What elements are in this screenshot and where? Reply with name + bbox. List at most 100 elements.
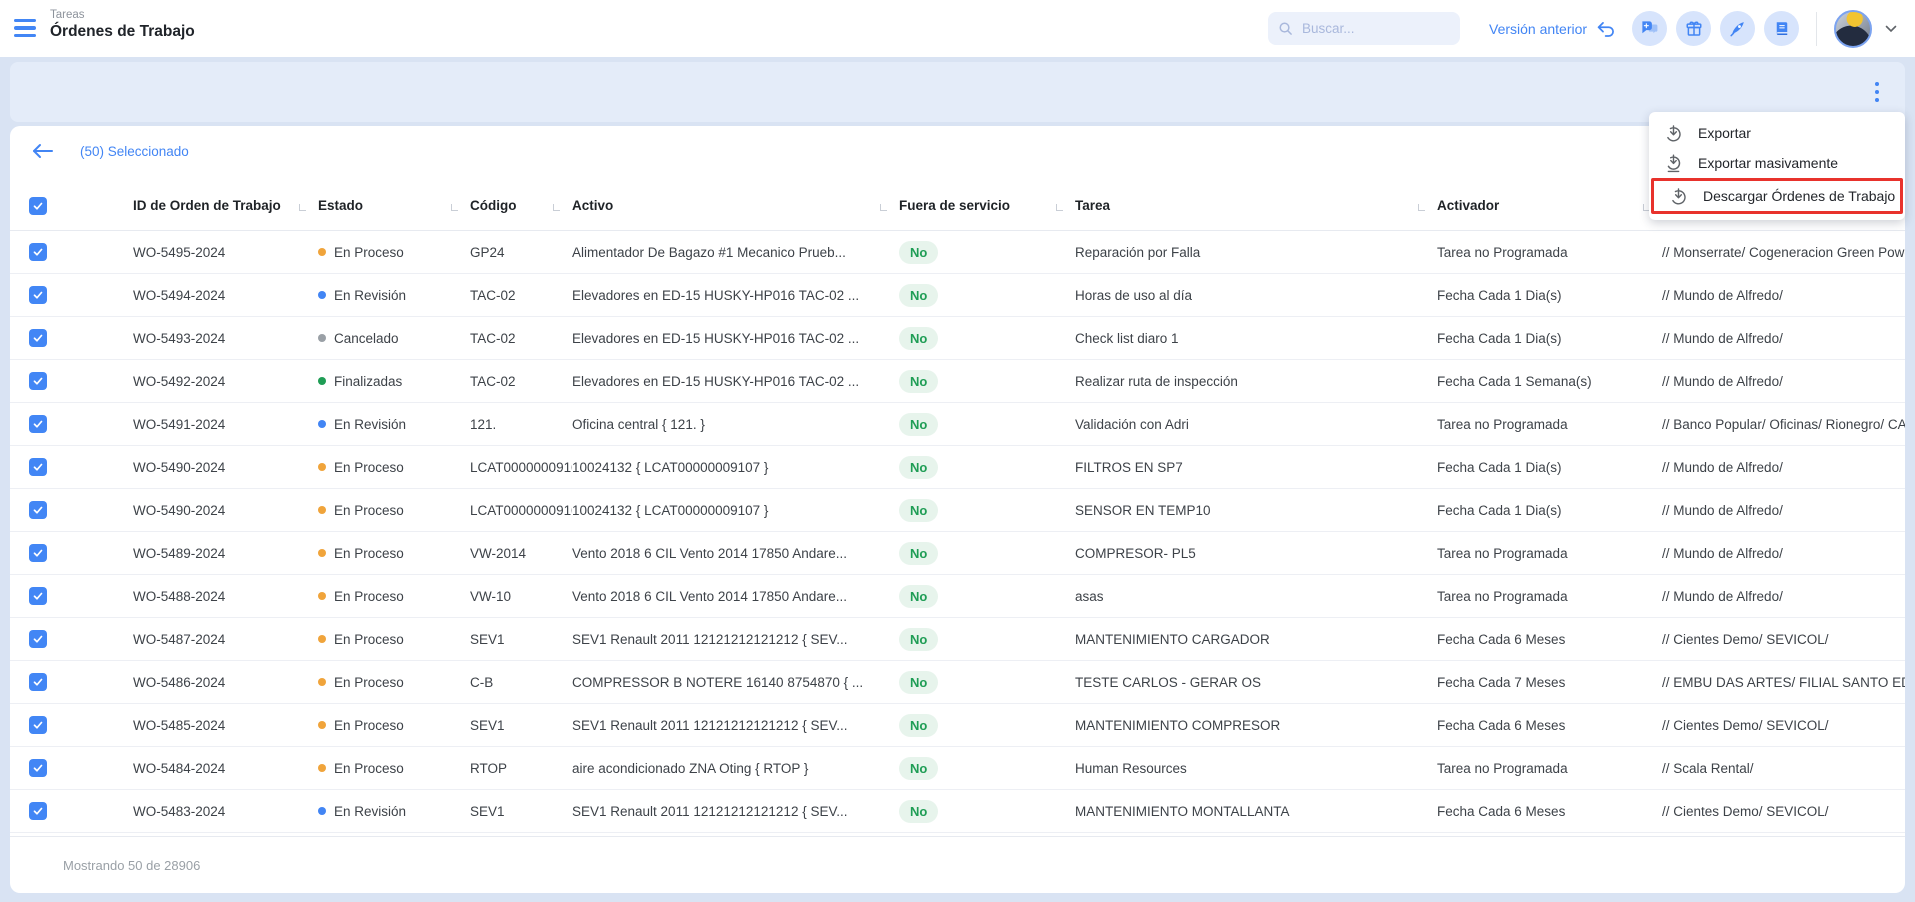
column-header-tarea[interactable]: Tarea xyxy=(1075,198,1437,213)
top-bar: Tareas Órdenes de Trabajo Versión anteri… xyxy=(0,0,1915,57)
menu-item-exportar[interactable]: Exportar xyxy=(1649,118,1905,148)
back-arrow-icon[interactable] xyxy=(32,143,54,159)
avatar[interactable] xyxy=(1834,10,1872,48)
column-header-fuera-de-servicio[interactable]: Fuera de servicio xyxy=(899,198,1075,213)
row-checkbox[interactable] xyxy=(29,501,47,519)
select-all-checkbox[interactable] xyxy=(29,197,47,215)
gift-icon[interactable] xyxy=(1676,11,1711,46)
row-checkbox[interactable] xyxy=(29,673,47,691)
task-name: Realizar ruta de inspección xyxy=(1075,374,1437,389)
status-dot xyxy=(318,248,326,256)
rocket-icon[interactable] xyxy=(1720,11,1755,46)
column-resize-handle[interactable] xyxy=(1056,204,1063,211)
status-dot xyxy=(318,291,326,299)
work-order-id: WO-5487-2024 xyxy=(133,632,318,647)
page-title-block: Tareas Órdenes de Trabajo xyxy=(50,8,195,42)
row-select-cell xyxy=(10,544,133,562)
row-checkbox[interactable] xyxy=(29,630,47,648)
row-select-cell xyxy=(10,802,133,820)
menu-item-exportar-masivamente[interactable]: Exportar masivamente xyxy=(1649,148,1905,178)
column-header-id[interactable]: ID de Orden de Trabajo xyxy=(133,198,318,213)
row-select-cell xyxy=(10,501,133,519)
row-checkbox[interactable] xyxy=(29,286,47,304)
location-path: // Banco Popular/ Oficinas/ Rionegro/ CA xyxy=(1662,417,1905,432)
table-row: WO-5490-2024En ProcesoLCAT00000009107100… xyxy=(10,446,1905,489)
out-of-service-badge: No xyxy=(899,241,938,264)
out-of-service-badge: No xyxy=(899,284,938,307)
out-of-service-cell: No xyxy=(899,284,1075,307)
row-checkbox[interactable] xyxy=(29,716,47,734)
task-name: Reparación por Falla xyxy=(1075,245,1437,260)
status-cell: En Proceso xyxy=(318,718,470,733)
chevron-down-icon[interactable] xyxy=(1885,25,1897,33)
hamburger-menu-icon[interactable] xyxy=(14,16,40,40)
chat-sparkle-icon[interactable] xyxy=(1632,11,1667,46)
status-dot xyxy=(318,463,326,471)
asset-code: SEV1 xyxy=(470,804,572,819)
row-checkbox[interactable] xyxy=(29,372,47,390)
more-options-kebab-icon[interactable] xyxy=(1865,79,1889,105)
status-label: En Proceso xyxy=(334,460,404,475)
column-resize-handle[interactable] xyxy=(553,204,560,211)
status-cell: En Proceso xyxy=(318,460,470,475)
trigger-label: Tarea no Programada xyxy=(1437,761,1662,776)
out-of-service-cell: No xyxy=(899,671,1075,694)
row-checkbox[interactable] xyxy=(29,544,47,562)
location-path: // Mundo de Alfredo/ xyxy=(1662,503,1905,518)
work-orders-card: (50) Seleccionado ID de Orden de Trabajo… xyxy=(10,126,1905,893)
search-box[interactable] xyxy=(1268,12,1460,45)
status-dot xyxy=(318,635,326,643)
column-header-activo[interactable]: Activo xyxy=(572,198,899,213)
task-name: Horas de uso al día xyxy=(1075,288,1437,303)
table-row: WO-5484-2024En ProcesoRTOPaire acondicio… xyxy=(10,747,1905,790)
table-row: WO-5493-2024CanceladoTAC-02Elevadores en… xyxy=(10,317,1905,360)
table-row: WO-5487-2024En ProcesoSEV1SEV1 Renault 2… xyxy=(10,618,1905,661)
work-order-id: WO-5484-2024 xyxy=(133,761,318,776)
trigger-label: Fecha Cada 1 Semana(s) xyxy=(1437,374,1662,389)
column-header-activador[interactable]: Activador xyxy=(1437,198,1662,213)
column-header-estado[interactable]: Estado xyxy=(318,198,470,213)
asset-code: RTOP xyxy=(470,761,572,776)
status-label: En Proceso xyxy=(334,503,404,518)
location-path: // Mundo de Alfredo/ xyxy=(1662,374,1905,389)
out-of-service-cell: No xyxy=(899,542,1075,565)
column-header-codigo[interactable]: Código xyxy=(470,198,572,213)
table-row: WO-5494-2024En RevisiónTAC-02Elevadores … xyxy=(10,274,1905,317)
row-checkbox[interactable] xyxy=(29,415,47,433)
row-select-cell xyxy=(10,673,133,691)
row-checkbox[interactable] xyxy=(29,587,47,605)
column-resize-handle[interactable] xyxy=(880,204,887,211)
status-cell: En Revisión xyxy=(318,288,470,303)
asset-name: Vento 2018 6 CIL Vento 2014 17850 Andare… xyxy=(572,589,899,604)
location-path: // Mundo de Alfredo/ xyxy=(1662,546,1905,561)
column-resize-handle[interactable] xyxy=(451,204,458,211)
row-select-cell xyxy=(10,716,133,734)
trigger-label: Fecha Cada 6 Meses xyxy=(1437,718,1662,733)
table-row: WO-5489-2024En ProcesoVW-2014Vento 2018 … xyxy=(10,532,1905,575)
out-of-service-cell: No xyxy=(899,499,1075,522)
row-checkbox[interactable] xyxy=(29,759,47,777)
highlight-annotation-box: Descargar Órdenes de Trabajo xyxy=(1651,178,1903,214)
row-select-cell xyxy=(10,286,133,304)
page-title: Órdenes de Trabajo xyxy=(50,22,195,41)
table-row: WO-5492-2024FinalizadasTAC-02Elevadores … xyxy=(10,360,1905,403)
previous-version-link[interactable]: Versión anterior xyxy=(1489,0,1617,57)
book-icon[interactable] xyxy=(1764,11,1799,46)
asset-name: SEV1 Renault 2011 12121212121212 { SEV..… xyxy=(572,632,899,647)
table-row: WO-5485-2024En ProcesoSEV1SEV1 Renault 2… xyxy=(10,704,1905,747)
status-label: En Proceso xyxy=(334,761,404,776)
menu-item-descargar-ordenes[interactable]: Descargar Órdenes de Trabajo xyxy=(1654,181,1900,211)
row-checkbox[interactable] xyxy=(29,802,47,820)
row-checkbox[interactable] xyxy=(29,329,47,347)
out-of-service-cell: No xyxy=(899,241,1075,264)
search-input[interactable] xyxy=(1300,20,1444,37)
status-label: En Proceso xyxy=(334,675,404,690)
out-of-service-badge: No xyxy=(899,714,938,737)
asset-code: TAC-02 xyxy=(470,331,572,346)
row-checkbox[interactable] xyxy=(29,243,47,261)
row-checkbox[interactable] xyxy=(29,458,47,476)
column-resize-handle[interactable] xyxy=(299,204,306,211)
trigger-label: Tarea no Programada xyxy=(1437,417,1662,432)
trigger-label: Tarea no Programada xyxy=(1437,589,1662,604)
column-resize-handle[interactable] xyxy=(1418,204,1425,211)
